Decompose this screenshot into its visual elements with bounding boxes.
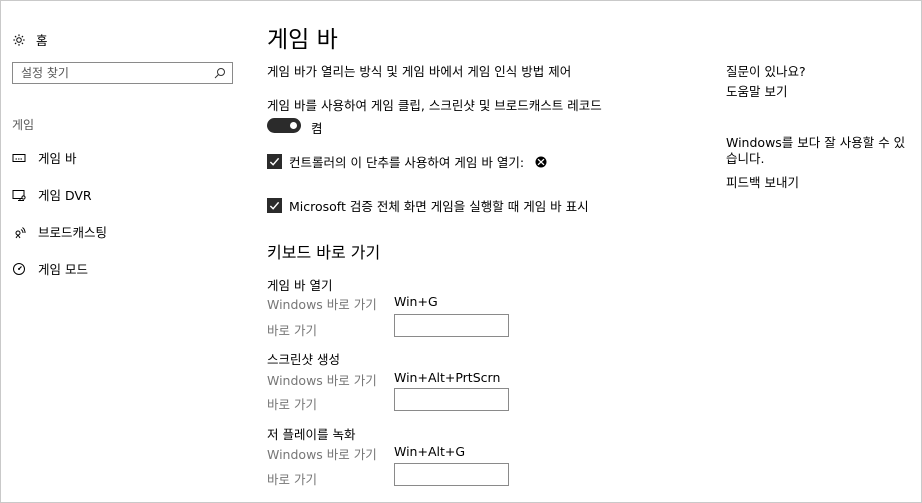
toggle-knob xyxy=(290,122,297,129)
sidebar: 홈 게임 게임 바 게임 DVR 브로드캐스팅 게임 모드 xyxy=(0,0,250,503)
help-link[interactable]: 도움말 보기 xyxy=(726,81,787,100)
custom-shortcut-input[interactable] xyxy=(395,464,512,487)
custom-shortcut-label: 바로 가기 xyxy=(267,397,317,412)
shortcut-title: 저 플레이를 녹화 xyxy=(267,427,356,442)
feedback-link[interactable]: 피드백 보내기 xyxy=(726,172,799,191)
custom-shortcut-input[interactable] xyxy=(395,389,512,412)
fullscreen-checkbox-label: Microsoft 검증 전체 화면 게임을 실행할 때 게임 바 표시 xyxy=(289,199,589,214)
section-label: 게임 xyxy=(12,118,35,132)
custom-shortcut-label: 바로 가기 xyxy=(267,472,317,487)
sidebar-item-broadcasting[interactable]: 브로드캐스팅 xyxy=(12,222,107,241)
sidebar-item-game-bar[interactable]: 게임 바 xyxy=(12,148,76,167)
game-dvr-icon xyxy=(12,189,26,201)
custom-shortcut-label: 바로 가기 xyxy=(267,323,317,338)
sidebar-item-label: 브로드캐스팅 xyxy=(38,225,108,240)
settings-search[interactable] xyxy=(12,62,233,84)
sidebar-item-game-dvr[interactable]: 게임 DVR xyxy=(12,185,92,204)
windows-shortcut-label: Windows 바로 가기 xyxy=(267,373,377,388)
record-setting-label: 게임 바를 사용하여 게임 클립, 스크린샷 및 브로드캐스트 레코드 xyxy=(267,98,602,113)
game-mode-icon xyxy=(13,262,25,275)
controller-checkbox-label: 컨트롤러의 이 단추를 사용하여 게임 바 열기: xyxy=(289,155,525,170)
windows-shortcut-value: Win+Alt+PrtScrn xyxy=(394,370,501,385)
search-input[interactable] xyxy=(13,63,211,83)
windows-shortcut-value: Win+G xyxy=(394,294,438,309)
checkmark-icon xyxy=(269,157,280,166)
shortcuts-heading: 키보드 바로 가기 xyxy=(267,243,381,262)
xbox-icon xyxy=(535,156,547,167)
home-label: 홈 xyxy=(36,33,48,48)
checkmark-icon xyxy=(269,201,280,210)
game-bar-icon xyxy=(12,153,26,162)
sidebar-item-label: 게임 모드 xyxy=(38,262,88,277)
sidebar-item-label: 게임 바 xyxy=(38,151,77,166)
custom-shortcut-field[interactable] xyxy=(394,388,512,412)
toggle-state-label: 켬 xyxy=(311,121,323,136)
game-bar-toggle[interactable] xyxy=(267,118,301,133)
windows-shortcut-label: Windows 바로 가기 xyxy=(267,297,377,312)
sidebar-item-game-mode[interactable]: 게임 모드 xyxy=(12,259,88,278)
shortcut-title: 스크린샷 생성 xyxy=(267,352,340,367)
search-icon[interactable] xyxy=(214,67,226,79)
fullscreen-checkbox-row[interactable]: Microsoft 검증 전체 화면 게임을 실행할 때 게임 바 표시 xyxy=(267,196,589,215)
home-nav-item[interactable]: 홈 xyxy=(12,30,48,49)
page-description: 게임 바가 열리는 방식 및 게임 바에서 게임 인식 방법 제어 xyxy=(267,64,572,79)
custom-shortcut-input[interactable] xyxy=(395,315,512,338)
sidebar-item-label: 게임 DVR xyxy=(38,188,92,203)
fullscreen-checkbox[interactable] xyxy=(267,198,282,213)
gear-icon xyxy=(13,33,25,46)
improve-text: Windows를 보다 잘 사용할 수 있습니다. xyxy=(726,135,906,166)
controller-checkbox[interactable] xyxy=(267,154,282,169)
question-heading: 질문이 있나요? xyxy=(726,64,806,79)
custom-shortcut-field[interactable] xyxy=(394,314,512,338)
page-title: 게임 바 xyxy=(267,27,338,53)
windows-shortcut-value: Win+Alt+G xyxy=(394,444,466,459)
windows-shortcut-label: Windows 바로 가기 xyxy=(267,447,377,462)
shortcut-title: 게임 바 열기 xyxy=(267,278,333,293)
controller-checkbox-row[interactable]: 컨트롤러의 이 단추를 사용하여 게임 바 열기: xyxy=(267,152,547,171)
broadcasting-icon xyxy=(15,226,26,238)
custom-shortcut-field[interactable] xyxy=(394,463,512,487)
